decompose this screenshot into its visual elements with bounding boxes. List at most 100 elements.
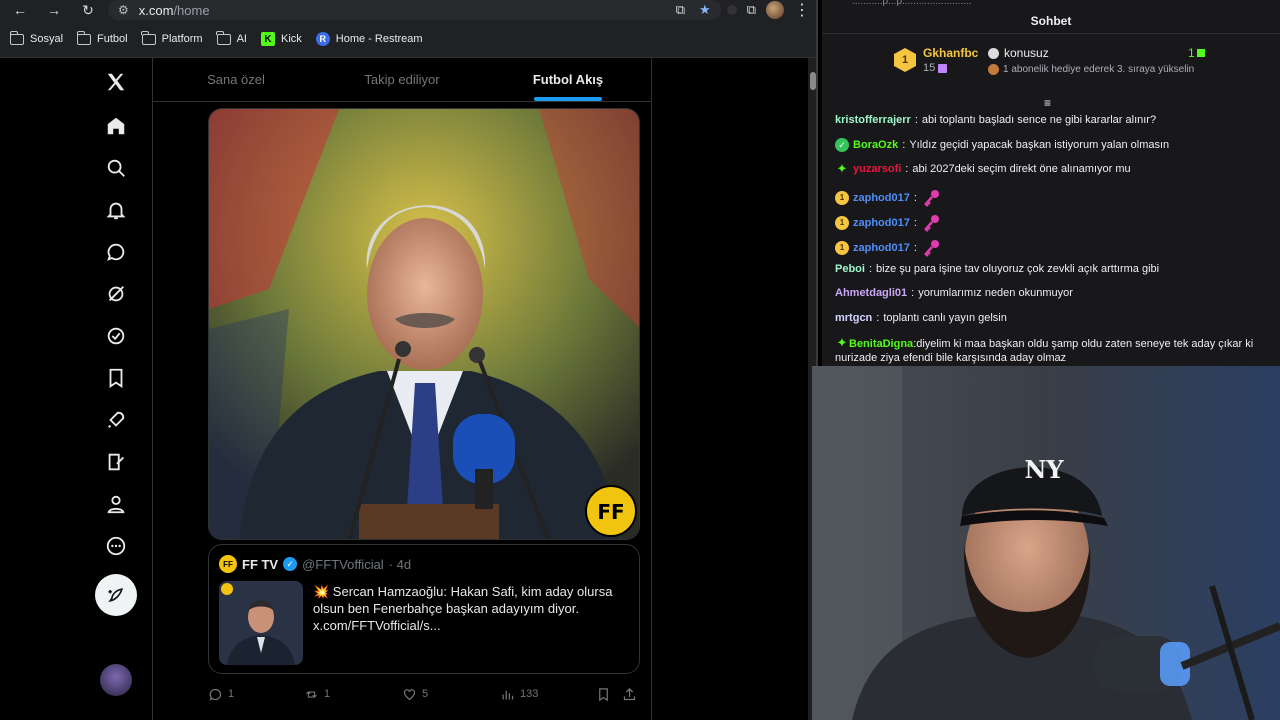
quoted-author-name[interactable]: FF TV xyxy=(242,557,278,572)
address-bar[interactable]: ⚙ x.com/home ⧉ ★ xyxy=(108,0,721,20)
extension-dot-icon[interactable] xyxy=(726,5,737,15)
chat-cut-text: ...........p...p........................… xyxy=(852,0,972,7)
chat-colon: : xyxy=(913,216,917,229)
bookmark-label: Kick xyxy=(280,33,302,45)
chat-username[interactable]: zaphod017 xyxy=(853,241,910,255)
rocket-icon[interactable] xyxy=(100,404,132,436)
bookmark-item[interactable]: R Home - Restream xyxy=(315,32,423,46)
quoted-post-text: 💥 Sercan Hamzaoğlu: Hakan Safi, kim aday… xyxy=(313,583,613,634)
share-icon xyxy=(623,687,636,700)
gift-hint: 1 abonelik hediye ederek 3. sıraya yükse… xyxy=(988,64,1194,75)
like-button[interactable]: 5 xyxy=(402,687,428,702)
bookmark-label: AI xyxy=(236,33,247,45)
more-icon[interactable] xyxy=(100,530,132,562)
webcam-overlay: NY xyxy=(812,366,1280,720)
compose-post-button[interactable] xyxy=(95,574,137,616)
quoted-author-handle: @FFTVofficial xyxy=(302,556,384,572)
menu-kebab-icon[interactable]: ⋮ xyxy=(794,0,810,20)
reply-count: 1 xyxy=(228,688,235,700)
chat-panel: ...........p...p........................… xyxy=(822,0,1280,366)
chat-colon: : xyxy=(876,311,880,324)
home-icon[interactable] xyxy=(100,110,132,142)
bookmark-icon xyxy=(599,687,608,701)
back-icon[interactable]: ← xyxy=(6,0,34,20)
timeline-tab[interactable]: Futbol Akış xyxy=(485,58,651,101)
chat-username[interactable]: Peboi xyxy=(835,262,865,276)
bookmarks-bar: Sosyal Futbol Platform AI K Kick R Home - Restr… xyxy=(0,20,816,58)
heart-icon xyxy=(403,688,416,700)
quoted-post[interactable]: FF FF TV ✓ @FFTVofficial · 4d 💥 Sercan H… xyxy=(208,544,640,674)
quoted-thumbnail[interactable] xyxy=(219,581,303,665)
gift-icon xyxy=(938,63,948,73)
reply-icon xyxy=(209,688,222,701)
post-photo[interactable]: FF xyxy=(208,108,640,540)
chat-username[interactable]: kristofferrajerr xyxy=(835,113,911,127)
timeline-column: Sana özel Takip ediliyor Futbol Akış FF … xyxy=(152,58,652,720)
grok-icon[interactable] xyxy=(100,278,132,310)
like-count: 5 xyxy=(422,688,429,700)
gifter-badge-icon: 1 xyxy=(835,240,849,255)
x-page: Sana özel Takip ediliyor Futbol Akış FF … xyxy=(0,58,808,720)
chat-message: ✓ BoraOzk: Yıldız geçidi yapacak başkan is… xyxy=(822,137,1280,152)
install-app-icon[interactable]: ⧉ xyxy=(676,2,685,18)
reply-button[interactable]: 1 xyxy=(208,687,234,702)
chat-colon: : xyxy=(902,138,906,151)
chat-colon: : xyxy=(868,262,873,275)
bookmark-item[interactable]: Futbol xyxy=(76,30,128,45)
bookmark-item[interactable]: K Kick xyxy=(260,32,302,46)
bookmarks-icon[interactable] xyxy=(100,362,132,394)
subscriber-badge-icon: ✦ xyxy=(836,334,848,350)
timeline-tab[interactable]: Sana özel xyxy=(153,58,319,101)
bookmark-item[interactable]: Sosyal xyxy=(9,30,63,45)
reload-icon[interactable]: ↻ xyxy=(74,0,102,20)
bookmark-star-icon[interactable]: ★ xyxy=(699,2,711,18)
leader-username[interactable]: Gkhanfbc xyxy=(923,46,978,60)
chat-username[interactable]: zaphod017 xyxy=(853,191,910,205)
second-slot-count-value: 1 xyxy=(1188,46,1195,60)
site-info-icon[interactable]: ⚙ xyxy=(118,3,129,17)
collapse-leaderboard-icon[interactable]: ≡ xyxy=(1044,96,1051,110)
chat-username[interactable]: BoraOzk xyxy=(853,138,898,152)
chat-username[interactable]: yuzarsofi xyxy=(853,162,901,176)
browser-chrome: ← → ↻ ⚙ x.com/home ⧉ ★ ⧉ ⋮ Sosyal Futbol P… xyxy=(0,0,816,58)
chat-message: ✦ BenitaDigna:diyelim ki maa başkan oldu … xyxy=(822,334,1280,365)
profile-icon[interactable] xyxy=(100,488,132,520)
timeline-tab[interactable]: Takip ediliyor xyxy=(319,58,485,101)
url-host: x.com xyxy=(138,2,174,18)
browser-window: ← → ↻ ⚙ x.com/home ⧉ ★ ⧉ ⋮ Sosyal Futbol P… xyxy=(0,0,818,720)
verified-orgs-icon[interactable] xyxy=(100,320,132,352)
quoted-avatar[interactable]: FF xyxy=(219,555,237,573)
profile-avatar[interactable] xyxy=(766,1,784,19)
chat-message: 1 zaphod017: xyxy=(822,187,1280,209)
extensions-icon[interactable]: ⧉ xyxy=(747,2,756,18)
chat-username[interactable]: Ahmetdagli01 xyxy=(835,286,907,300)
views-button[interactable]: 133 xyxy=(500,687,538,702)
repost-count: 1 xyxy=(324,688,331,700)
articles-icon[interactable] xyxy=(100,446,132,478)
forward-icon[interactable]: → xyxy=(40,0,68,20)
x-logo-icon[interactable] xyxy=(100,66,132,98)
bookmark-item[interactable]: AI xyxy=(216,30,247,45)
quoted-text-link[interactable]: x.com/FFTVofficial/s... xyxy=(313,617,613,634)
chat-username[interactable]: mrtgcn xyxy=(835,311,872,325)
chat-username[interactable]: BenitaDigna xyxy=(849,338,913,350)
chat-colon: : xyxy=(914,114,918,126)
search-icon[interactable] xyxy=(100,152,132,184)
scrollbar-thumb[interactable] xyxy=(810,72,816,90)
chat-colon: : xyxy=(905,163,909,176)
bookmark-item[interactable]: Platform xyxy=(141,30,203,45)
notifications-bell-icon[interactable] xyxy=(100,194,132,226)
account-avatar[interactable] xyxy=(100,664,132,696)
verified-badge-icon: ✓ xyxy=(283,557,298,571)
bookmark-button[interactable] xyxy=(596,687,611,702)
key-emote-icon xyxy=(921,237,943,259)
repost-button[interactable]: 1 xyxy=(304,687,330,702)
folder-icon xyxy=(216,30,231,45)
views-count: 133 xyxy=(520,688,539,700)
media-logo-text: FF xyxy=(597,500,624,524)
messages-icon[interactable] xyxy=(100,236,132,268)
share-button[interactable] xyxy=(622,687,637,702)
key-emote-icon xyxy=(921,212,943,234)
chat-text: Yıldız geçidi yapacak başkan istiyorum y… xyxy=(909,138,1170,151)
chat-username[interactable]: zaphod017 xyxy=(853,216,910,230)
